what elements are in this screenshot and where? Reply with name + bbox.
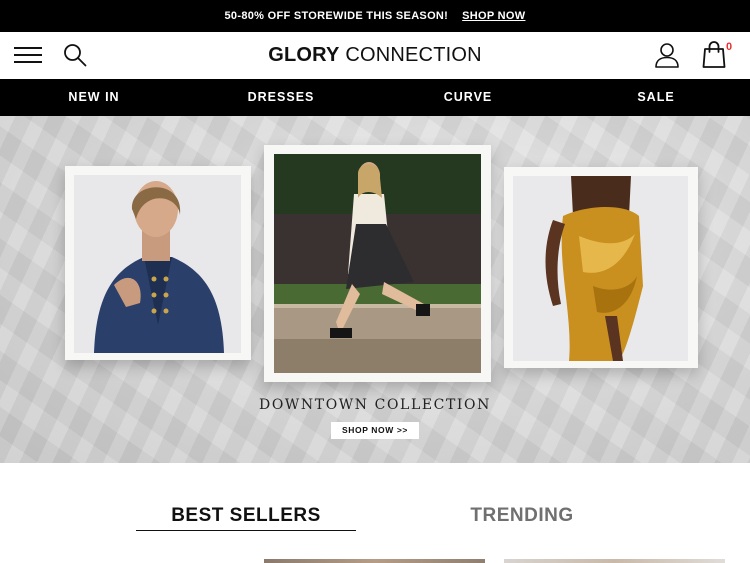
tweed-dress-photo (274, 154, 481, 373)
main-nav: NEW IN DRESSES CURVE SALE (0, 79, 750, 116)
product-card-2[interactable] (504, 559, 725, 563)
user-icon[interactable] (654, 42, 680, 68)
product-card-1[interactable] (264, 559, 485, 563)
hero-photo-frame-right (504, 167, 698, 368)
site-header: GLORY CONNECTION 0 (0, 32, 750, 79)
nav-item-dresses[interactable]: DRESSES (248, 79, 315, 116)
nav-item-new-in[interactable]: NEW IN (68, 79, 119, 116)
cart-count-badge: 0 (726, 41, 733, 53)
logo-light-text: CONNECTION (339, 44, 482, 66)
promo-text: 50-80% OFF STOREWIDE THIS SEASON! (224, 10, 449, 22)
nav-item-curve[interactable]: CURVE (444, 79, 493, 116)
hero-photo-frame-center (264, 145, 491, 382)
logo-bold-text: GLORY (268, 44, 340, 66)
nav-item-sale[interactable]: SALE (637, 79, 674, 116)
promo-bar: 50-80% OFF STOREWIDE THIS SEASON! SHOP N… (0, 0, 750, 32)
site-logo[interactable]: GLORY CONNECTION (0, 44, 750, 67)
denim-blazer-photo (74, 175, 241, 353)
hero-photo-frame-left (65, 166, 251, 360)
hero-shop-now-button[interactable]: SHOP NOW >> (331, 422, 419, 439)
tab-trending[interactable]: TRENDING (412, 505, 632, 531)
hero-collection-title: DOWNTOWN COLLECTION (259, 397, 491, 413)
hero-banner[interactable]: DOWNTOWN COLLECTION SHOP NOW >> (0, 116, 750, 463)
tab-best-sellers[interactable]: BEST SELLERS (136, 505, 356, 531)
promo-shop-now-link[interactable]: SHOP NOW (462, 10, 525, 22)
gold-dress-photo (513, 176, 688, 361)
shopping-bag-icon[interactable] (702, 40, 726, 68)
